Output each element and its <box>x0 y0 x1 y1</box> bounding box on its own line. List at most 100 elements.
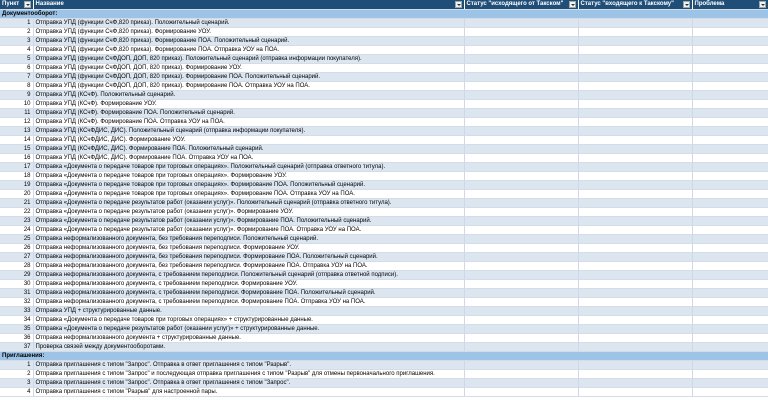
outgoing-status-cell[interactable] <box>464 207 579 217</box>
incoming-status-cell[interactable] <box>578 18 693 28</box>
point-cell[interactable]: 21 <box>0 198 34 208</box>
outgoing-status-cell[interactable] <box>464 243 579 253</box>
point-cell[interactable]: 19 <box>0 180 34 190</box>
problem-cell[interactable] <box>692 306 768 316</box>
outgoing-status-cell[interactable] <box>464 63 579 73</box>
incoming-status-cell[interactable] <box>578 342 693 352</box>
outgoing-status-cell[interactable] <box>464 90 579 100</box>
name-cell[interactable]: Отправка неформализованного документа, б… <box>33 243 465 253</box>
incoming-status-cell[interactable] <box>578 45 693 55</box>
outgoing-status-cell[interactable] <box>464 99 579 109</box>
outgoing-status-cell[interactable] <box>464 216 579 226</box>
point-cell[interactable]: 23 <box>0 216 34 226</box>
outgoing-status-cell[interactable] <box>464 27 579 37</box>
outgoing-status-cell[interactable] <box>464 162 579 172</box>
outgoing-status-cell[interactable] <box>464 126 579 136</box>
problem-cell[interactable] <box>692 315 768 325</box>
name-cell[interactable]: Отправка «Документа о передаче результат… <box>33 324 465 334</box>
section-title[interactable]: Приглашения: <box>0 351 768 361</box>
filter-dropdown-icon[interactable] <box>23 1 31 8</box>
problem-cell[interactable] <box>692 36 768 46</box>
problem-cell[interactable] <box>692 63 768 73</box>
column-header-name[interactable]: Название <box>33 0 465 10</box>
name-cell[interactable]: Отправка УПД (КСчФДИС, ДИС). Формировани… <box>33 153 465 163</box>
problem-cell[interactable] <box>692 90 768 100</box>
name-cell[interactable]: Отправка УПД + структурированные данные. <box>33 306 465 316</box>
incoming-status-cell[interactable] <box>578 369 693 379</box>
incoming-status-cell[interactable] <box>578 135 693 145</box>
name-cell[interactable]: Отправка «Документа о передаче товаров п… <box>33 162 465 172</box>
point-cell[interactable]: 10 <box>0 99 34 109</box>
incoming-status-cell[interactable] <box>578 333 693 343</box>
point-cell[interactable]: 37 <box>0 342 34 352</box>
point-cell[interactable]: 2 <box>0 27 34 37</box>
problem-cell[interactable] <box>692 297 768 307</box>
point-cell[interactable]: 33 <box>0 306 34 316</box>
incoming-status-cell[interactable] <box>578 108 693 118</box>
section-title[interactable]: Документооборот: <box>0 9 768 19</box>
name-cell[interactable]: Отправка неформализованного документа, с… <box>33 270 465 280</box>
incoming-status-cell[interactable] <box>578 144 693 154</box>
name-cell[interactable]: Отправка УПД (функции СчФ,820 приказ). Ф… <box>33 36 465 46</box>
point-cell[interactable]: 2 <box>0 369 34 379</box>
problem-cell[interactable] <box>692 153 768 163</box>
incoming-status-cell[interactable] <box>578 243 693 253</box>
problem-cell[interactable] <box>692 324 768 334</box>
problem-cell[interactable] <box>692 342 768 352</box>
name-cell[interactable]: Отправка «Документа о передаче товаров п… <box>33 189 465 199</box>
point-cell[interactable]: 1 <box>0 18 34 28</box>
point-cell[interactable]: 4 <box>0 45 34 55</box>
name-cell[interactable]: Отправка «Документа о передаче товаров п… <box>33 171 465 181</box>
outgoing-status-cell[interactable] <box>464 18 579 28</box>
name-cell[interactable]: Отправка приглашения с типом "Разрыв" дл… <box>33 387 465 397</box>
incoming-status-cell[interactable] <box>578 225 693 235</box>
incoming-status-cell[interactable] <box>578 171 693 181</box>
name-cell[interactable]: Отправка УПД (функции СчФ,820 приказ). Ф… <box>33 45 465 55</box>
problem-cell[interactable] <box>692 252 768 262</box>
incoming-status-cell[interactable] <box>578 189 693 199</box>
incoming-status-cell[interactable] <box>578 54 693 64</box>
name-cell[interactable]: Отправка УПД (функции СчФДОП, ДОП, 820 п… <box>33 63 465 73</box>
problem-cell[interactable] <box>692 261 768 271</box>
outgoing-status-cell[interactable] <box>464 135 579 145</box>
filter-dropdown-icon[interactable] <box>454 1 462 8</box>
column-header-problem[interactable]: Проблема <box>692 0 768 10</box>
incoming-status-cell[interactable] <box>578 387 693 397</box>
name-cell[interactable]: Отправка неформализованного документа, б… <box>33 234 465 244</box>
incoming-status-cell[interactable] <box>578 126 693 136</box>
name-cell[interactable]: Отправка УПД (КСчФДИС, ДИС). Положительн… <box>33 126 465 136</box>
problem-cell[interactable] <box>692 234 768 244</box>
incoming-status-cell[interactable] <box>578 315 693 325</box>
name-cell[interactable]: Отправка УПД (КСчФДИС, ДИС). Формировани… <box>33 135 465 145</box>
problem-cell[interactable] <box>692 18 768 28</box>
name-cell[interactable]: Отправка приглашения с типом "Запрос". О… <box>33 360 465 370</box>
problem-cell[interactable] <box>692 198 768 208</box>
column-header-incoming-status[interactable]: Статус "входящего к Такскому" <box>578 0 693 10</box>
incoming-status-cell[interactable] <box>578 36 693 46</box>
point-cell[interactable]: 13 <box>0 126 34 136</box>
filter-dropdown-icon[interactable] <box>568 1 576 8</box>
problem-cell[interactable] <box>692 126 768 136</box>
incoming-status-cell[interactable] <box>578 180 693 190</box>
outgoing-status-cell[interactable] <box>464 306 579 316</box>
point-cell[interactable]: 4 <box>0 387 34 397</box>
point-cell[interactable]: 32 <box>0 297 34 307</box>
incoming-status-cell[interactable] <box>578 378 693 388</box>
point-cell[interactable]: 31 <box>0 288 34 298</box>
filter-dropdown-icon[interactable] <box>758 1 766 8</box>
point-cell[interactable]: 35 <box>0 324 34 334</box>
problem-cell[interactable] <box>692 378 768 388</box>
outgoing-status-cell[interactable] <box>464 279 579 289</box>
outgoing-status-cell[interactable] <box>464 270 579 280</box>
problem-cell[interactable] <box>692 144 768 154</box>
problem-cell[interactable] <box>692 81 768 91</box>
problem-cell[interactable] <box>692 45 768 55</box>
point-cell[interactable]: 17 <box>0 162 34 172</box>
point-cell[interactable]: 3 <box>0 36 34 46</box>
name-cell[interactable]: Отправка «Документа о передаче результат… <box>33 216 465 226</box>
point-cell[interactable]: 11 <box>0 108 34 118</box>
point-cell[interactable]: 25 <box>0 234 34 244</box>
incoming-status-cell[interactable] <box>578 90 693 100</box>
incoming-status-cell[interactable] <box>578 324 693 334</box>
problem-cell[interactable] <box>692 135 768 145</box>
